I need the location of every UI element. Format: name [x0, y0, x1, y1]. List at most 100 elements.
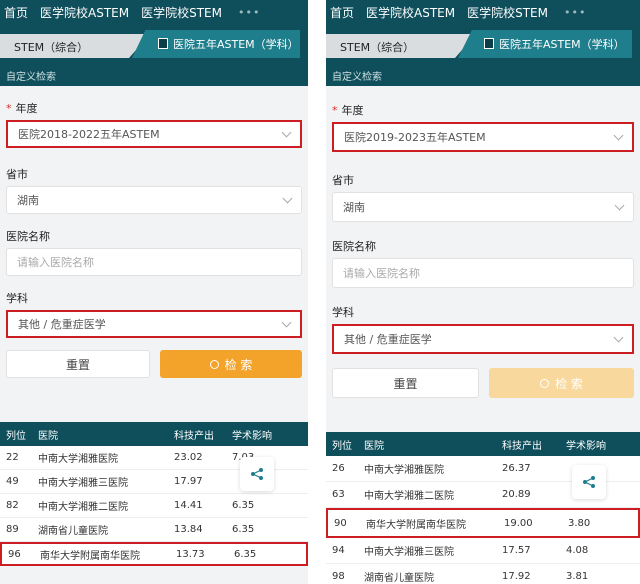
header-academic-impact: 学术影响: [566, 440, 606, 452]
chevron-down-icon: [613, 332, 624, 342]
header-hospital: 医院: [364, 440, 384, 452]
more-menu-icon[interactable]: •••: [564, 6, 586, 19]
form-buttons: 重置 检 索: [6, 350, 302, 378]
subject-select[interactable]: 其他 / 危重症医学: [332, 324, 634, 354]
year-label: * 年度: [6, 100, 302, 116]
hospital-name-input[interactable]: 请输入医院名称: [332, 258, 634, 288]
cell-tech-output: 20.89: [502, 489, 531, 500]
subject-select[interactable]: 其他 / 危重症医学: [6, 310, 302, 338]
search-icon: [209, 359, 219, 369]
year-select-value: 医院2019-2023五年ASTEM: [344, 131, 486, 144]
hospital-name-placeholder: 请输入医院名称: [17, 256, 94, 269]
tab-hospital-astem[interactable]: 医院五年ASTEM（学科）: [458, 30, 632, 58]
share-button[interactable]: [240, 457, 274, 491]
cell-academic-impact: 6.35: [232, 500, 255, 511]
nav-item-home[interactable]: 首页: [4, 4, 28, 21]
share-button[interactable]: [572, 465, 606, 499]
header-academic-impact: 学术影响: [232, 430, 272, 442]
table-row[interactable]: 94 中南大学湘雅三医院 17.57 4.08: [326, 538, 640, 564]
reset-button[interactable]: 重置: [6, 350, 150, 378]
hospital-name-input[interactable]: 请输入医院名称: [6, 248, 302, 276]
share-icon: [251, 468, 263, 480]
results-table: 列位 医院 科技产出 学术影响 22 中南大学湘雅医院 23.02 7.03 4…: [0, 422, 308, 566]
top-nav: 首页 医学院校ASTEM 医学院校STEM •••: [0, 0, 308, 24]
cell-rank: 94: [332, 545, 345, 556]
cell-hospital: 南华大学附属南华医院: [40, 550, 140, 562]
year-select[interactable]: 医院2018-2022五年ASTEM: [6, 120, 302, 148]
cell-tech-output: 26.37: [502, 463, 531, 474]
more-menu-icon[interactable]: •••: [238, 6, 260, 19]
table-row[interactable]: 98 湖南省儿童医院 17.92 3.81: [326, 564, 640, 584]
cell-rank: 96: [8, 548, 21, 560]
nav-item-astem[interactable]: 医学院校ASTEM: [366, 4, 455, 21]
province-select-value: 湖南: [343, 201, 365, 214]
table-header: 列位 医院 科技产出 学术影响: [326, 432, 640, 456]
nav-item-stem[interactable]: 医学院校STEM: [467, 4, 548, 21]
table-row[interactable]: 82 中南大学湘雅二医院 14.41 6.35: [0, 494, 308, 518]
tab-stem-comprehensive[interactable]: STEM（综合）: [0, 34, 150, 58]
cell-tech-output: 19.00: [504, 517, 533, 529]
table-row-highlighted[interactable]: 96 南华大学附属南华医院 13.73 6.35: [0, 542, 308, 566]
cell-academic-impact: 6.35: [232, 524, 255, 535]
chevron-down-icon: [281, 317, 292, 327]
cell-hospital: 南华大学附属南华医院: [366, 519, 466, 531]
sub-nav: STEM（综合） 医院五年ASTEM（学科）: [326, 24, 640, 64]
left-screenshot-panel: 首页 医学院校ASTEM 医学院校STEM ••• STEM（综合） 医院五年A…: [0, 0, 308, 584]
table-header: 列位 医院 科技产出 学术影响: [0, 422, 308, 446]
search-icon: [540, 378, 550, 388]
cell-rank: 82: [6, 500, 19, 511]
search-button-label: 检 索: [224, 357, 253, 372]
table-row[interactable]: 89 湖南省儿童医院 13.84 6.35: [0, 518, 308, 542]
chevron-down-icon: [613, 130, 624, 140]
province-label: 省市: [6, 168, 28, 181]
cell-tech-output: 23.02: [174, 452, 203, 463]
subject-label: 学科: [332, 306, 354, 319]
cell-tech-output: 13.73: [176, 548, 205, 560]
required-mark: *: [6, 102, 12, 115]
cell-rank: 22: [6, 452, 19, 463]
cell-tech-output: 17.92: [502, 571, 531, 582]
nav-item-home[interactable]: 首页: [330, 4, 354, 21]
chevron-down-icon: [281, 127, 292, 137]
year-select-value: 医院2018-2022五年ASTEM: [18, 128, 160, 141]
share-icon: [583, 476, 595, 488]
search-button-label: 检 索: [555, 376, 583, 391]
search-button[interactable]: 检 索: [489, 368, 634, 398]
tab-stem-comprehensive[interactable]: STEM（综合）: [326, 34, 476, 58]
cell-hospital: 湖南省儿童医院: [38, 526, 108, 537]
table-row-highlighted[interactable]: 90 南华大学附属南华医院 19.00 3.80: [326, 508, 640, 538]
nav-item-astem[interactable]: 医学院校ASTEM: [40, 4, 129, 21]
province-select[interactable]: 湖南: [332, 192, 634, 222]
cell-hospital: 中南大学湘雅二医院: [364, 491, 454, 502]
tab-hospital-astem[interactable]: 医院五年ASTEM（学科）: [132, 30, 300, 58]
cell-tech-output: 17.57: [502, 545, 531, 556]
cell-academic-impact: 3.80: [568, 517, 591, 529]
header-rank: 列位: [6, 430, 26, 442]
search-button[interactable]: 检 索: [160, 350, 302, 378]
province-select[interactable]: 湖南: [6, 186, 302, 214]
year-label-text: 年度: [341, 104, 364, 117]
right-screenshot-panel: 首页 医学院校ASTEM 医学院校STEM ••• STEM（综合） 医院五年A…: [326, 0, 640, 584]
cell-rank: 49: [6, 476, 19, 487]
header-tech-output: 科技产出: [502, 440, 542, 452]
year-label: * 年度: [332, 102, 634, 118]
province-label: 省市: [332, 174, 354, 187]
cell-hospital: 中南大学湘雅医院: [364, 465, 444, 476]
cell-hospital: 中南大学湘雅医院: [38, 454, 118, 465]
header-hospital: 医院: [38, 430, 58, 442]
subject-select-value: 其他 / 危重症医学: [344, 333, 432, 346]
year-label-text: 年度: [15, 102, 38, 115]
cell-academic-impact: 4.08: [566, 545, 589, 556]
nav-item-stem[interactable]: 医学院校STEM: [141, 4, 222, 21]
year-select[interactable]: 医院2019-2023五年ASTEM: [332, 122, 634, 152]
cell-hospital: 中南大学湘雅三医院: [364, 547, 454, 558]
chevron-down-icon: [282, 193, 293, 203]
search-form: * 年度 医院2019-2023五年ASTEM 省市 湖南 医院名称 请输入医院名…: [326, 102, 640, 398]
cell-hospital: 中南大学湘雅二医院: [38, 502, 128, 513]
top-nav: 首页 医学院校ASTEM 医学院校STEM •••: [326, 0, 640, 24]
cell-hospital: 湖南省儿童医院: [364, 573, 434, 584]
reset-button[interactable]: 重置: [332, 368, 479, 398]
tab-hospital-astem-label: 医院五年ASTEM（学科）: [173, 38, 299, 51]
cell-hospital: 中南大学湘雅三医院: [38, 478, 128, 489]
cell-tech-output: 14.41: [174, 500, 203, 511]
